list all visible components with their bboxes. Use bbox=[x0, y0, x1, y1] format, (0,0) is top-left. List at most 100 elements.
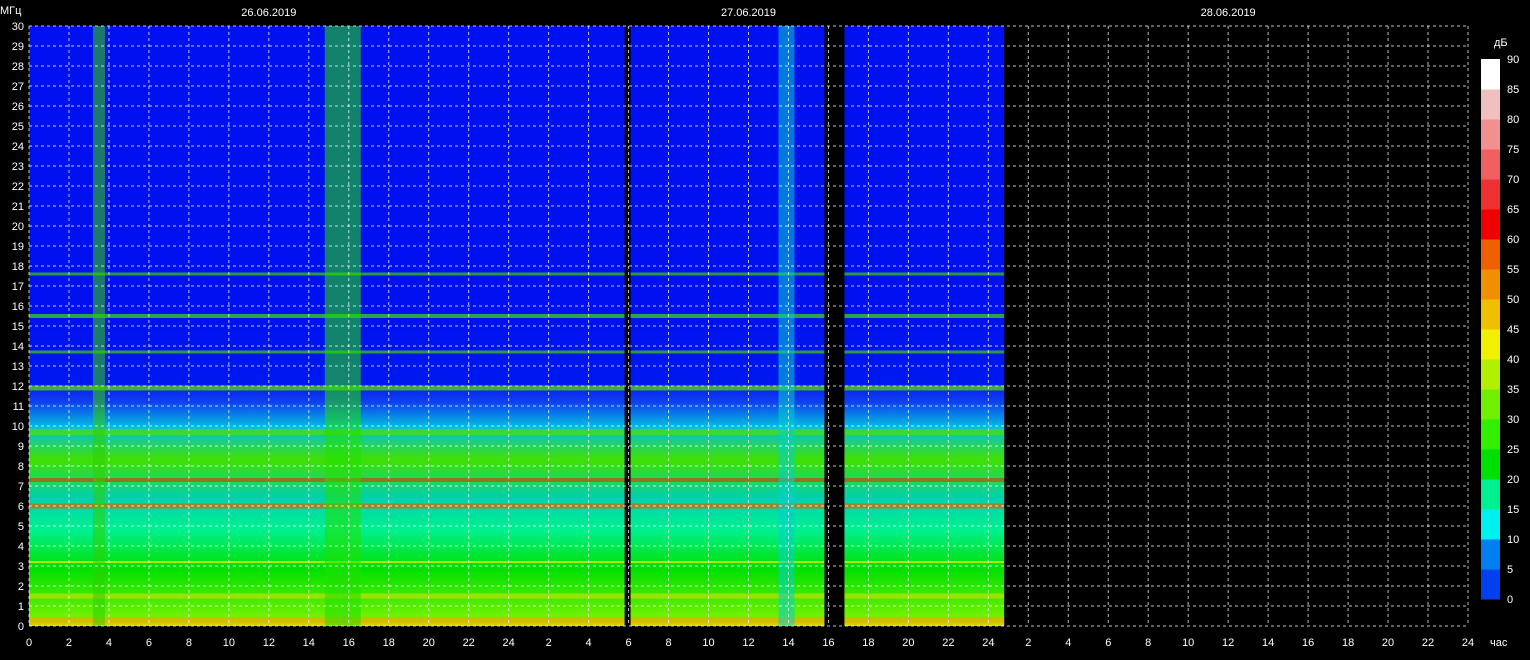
y-tick-label: 1 bbox=[18, 601, 24, 613]
y-tick-label: 27 bbox=[12, 81, 24, 93]
x-axis-label: час bbox=[1490, 637, 1508, 649]
colorbar-tick-label: 20 bbox=[1507, 474, 1519, 486]
colorbar-swatch bbox=[1481, 569, 1500, 600]
colorbar-tick-label: 75 bbox=[1507, 144, 1519, 156]
colorbar-tick-label: 60 bbox=[1507, 234, 1519, 246]
signal-band bbox=[29, 272, 1005, 276]
colorbar-tick-label: 90 bbox=[1507, 54, 1519, 66]
y-tick-label: 14 bbox=[12, 341, 24, 353]
spectrogram-chart: 0123456789101112131415161718192021222324… bbox=[0, 5, 1519, 649]
y-axis-label: МГц bbox=[0, 5, 22, 17]
x-tick-label: 8 bbox=[1145, 637, 1151, 649]
x-tick-label: 22 bbox=[1422, 637, 1434, 649]
colorbar-swatch bbox=[1481, 269, 1500, 300]
x-tick-label: 12 bbox=[263, 637, 275, 649]
colorbar: 0 5 10 15 20 25 30 35 40 45 50 55 60 65 70 75 80 85 90 bbox=[1481, 54, 1519, 606]
colorbar-tick-label: 50 bbox=[1507, 294, 1519, 306]
y-tick-label: 29 bbox=[12, 41, 24, 53]
x-tick-label: 8 bbox=[186, 637, 192, 649]
y-tick-label: 3 bbox=[18, 561, 24, 573]
y-tick-label: 11 bbox=[13, 401, 24, 413]
signal-band bbox=[29, 314, 1005, 318]
y-tick-label: 15 bbox=[12, 321, 24, 333]
y-tick-label: 25 bbox=[12, 121, 24, 133]
x-tick-label: 2 bbox=[66, 637, 72, 649]
y-tick-label: 30 bbox=[12, 21, 24, 33]
x-tick-label: 0 bbox=[26, 637, 32, 649]
colorbar-swatch bbox=[1481, 149, 1500, 180]
colorbar-swatch bbox=[1481, 179, 1500, 210]
y-tick-label: 13 bbox=[12, 361, 24, 373]
x-tick-label: 4 bbox=[106, 637, 112, 649]
x-tick-label: 18 bbox=[862, 637, 874, 649]
colorbar-swatch bbox=[1481, 299, 1500, 330]
plot-area bbox=[28, 25, 1469, 627]
colorbar-swatch bbox=[1481, 509, 1500, 540]
x-tick-label: 4 bbox=[1065, 637, 1071, 649]
signal-band bbox=[29, 350, 1005, 354]
x-tick-label: 2 bbox=[1025, 637, 1031, 649]
x-tick-label: 10 bbox=[1182, 637, 1194, 649]
x-tick-label: 4 bbox=[586, 637, 592, 649]
colorbar-tick-label: 40 bbox=[1507, 354, 1519, 366]
colorbar-tick-label: 0 bbox=[1507, 594, 1513, 606]
colorbar-tick-label: 70 bbox=[1507, 174, 1519, 186]
y-tick-label: 10 bbox=[12, 421, 24, 433]
colorbar-tick-label: 25 bbox=[1507, 444, 1519, 456]
signal-band bbox=[29, 561, 1005, 563]
x-tick-label: 24 bbox=[982, 637, 994, 649]
x-tick-label: 16 bbox=[822, 637, 834, 649]
y-axis: 0123456789101112131415161718192021222324… bbox=[12, 21, 24, 633]
signal-band bbox=[29, 429, 1005, 435]
x-tick-label: 12 bbox=[1222, 637, 1234, 649]
signal-band bbox=[29, 593, 1005, 599]
colorbar-swatch bbox=[1481, 209, 1500, 240]
y-tick-label: 9 bbox=[18, 441, 24, 453]
x-tick-label: 14 bbox=[1262, 637, 1274, 649]
x-tick-label: 8 bbox=[665, 637, 671, 649]
date-labels: 26.06.2019 27.06.2019 28.06.2019 bbox=[241, 7, 1255, 19]
colorbar-swatch bbox=[1481, 89, 1500, 120]
y-tick-label: 23 bbox=[12, 161, 24, 173]
y-tick-label: 7 bbox=[18, 481, 24, 493]
date-label: 26.06.2019 bbox=[241, 7, 296, 19]
y-tick-label: 19 bbox=[12, 241, 24, 253]
x-tick-label: 6 bbox=[626, 637, 632, 649]
colorbar-tick-label: 5 bbox=[1507, 564, 1513, 576]
y-tick-label: 12 bbox=[12, 381, 24, 393]
x-tick-label: 16 bbox=[1302, 637, 1314, 649]
y-tick-label: 24 bbox=[12, 141, 24, 153]
colorbar-swatch bbox=[1481, 359, 1500, 390]
y-tick-label: 20 bbox=[12, 221, 24, 233]
colorbar-tick-label: 35 bbox=[1507, 384, 1519, 396]
x-tick-label: 22 bbox=[942, 637, 954, 649]
x-tick-label: 24 bbox=[503, 637, 515, 649]
colorbar-swatch bbox=[1481, 449, 1500, 480]
y-tick-label: 0 bbox=[18, 621, 24, 633]
y-tick-label: 2 bbox=[18, 581, 24, 593]
x-tick-label: 14 bbox=[782, 637, 794, 649]
colorbar-tick-label: 15 bbox=[1507, 504, 1519, 516]
x-tick-label: 6 bbox=[146, 637, 152, 649]
colorbar-tick-label: 80 bbox=[1507, 114, 1519, 126]
y-tick-label: 4 bbox=[18, 541, 24, 553]
x-tick-label: 2 bbox=[546, 637, 552, 649]
x-axis: 0 2 4 6 8 10 12 14 16 18 20 22 24 2 4 6 8 10 12 14 16 18 20 22 2… bbox=[26, 637, 1474, 649]
x-tick-label: 18 bbox=[1342, 637, 1354, 649]
date-label: 28.06.2019 bbox=[1201, 7, 1256, 19]
y-tick-label: 21 bbox=[12, 201, 24, 213]
signal-band bbox=[29, 617, 1005, 623]
y-tick-label: 26 bbox=[12, 101, 24, 113]
x-tick-label: 20 bbox=[902, 637, 914, 649]
colorbar-swatch bbox=[1481, 119, 1500, 150]
colorbar-label: дБ bbox=[1494, 37, 1508, 49]
x-tick-label: 14 bbox=[303, 637, 315, 649]
y-tick-label: 18 bbox=[12, 261, 24, 273]
y-tick-label: 17 bbox=[12, 281, 24, 293]
x-tick-label: 24 bbox=[1462, 637, 1474, 649]
y-tick-label: 28 bbox=[12, 61, 24, 73]
date-label: 27.06.2019 bbox=[721, 7, 776, 19]
x-tick-label: 18 bbox=[383, 637, 395, 649]
colorbar-swatch bbox=[1481, 59, 1500, 90]
y-tick-label: 16 bbox=[12, 301, 24, 313]
